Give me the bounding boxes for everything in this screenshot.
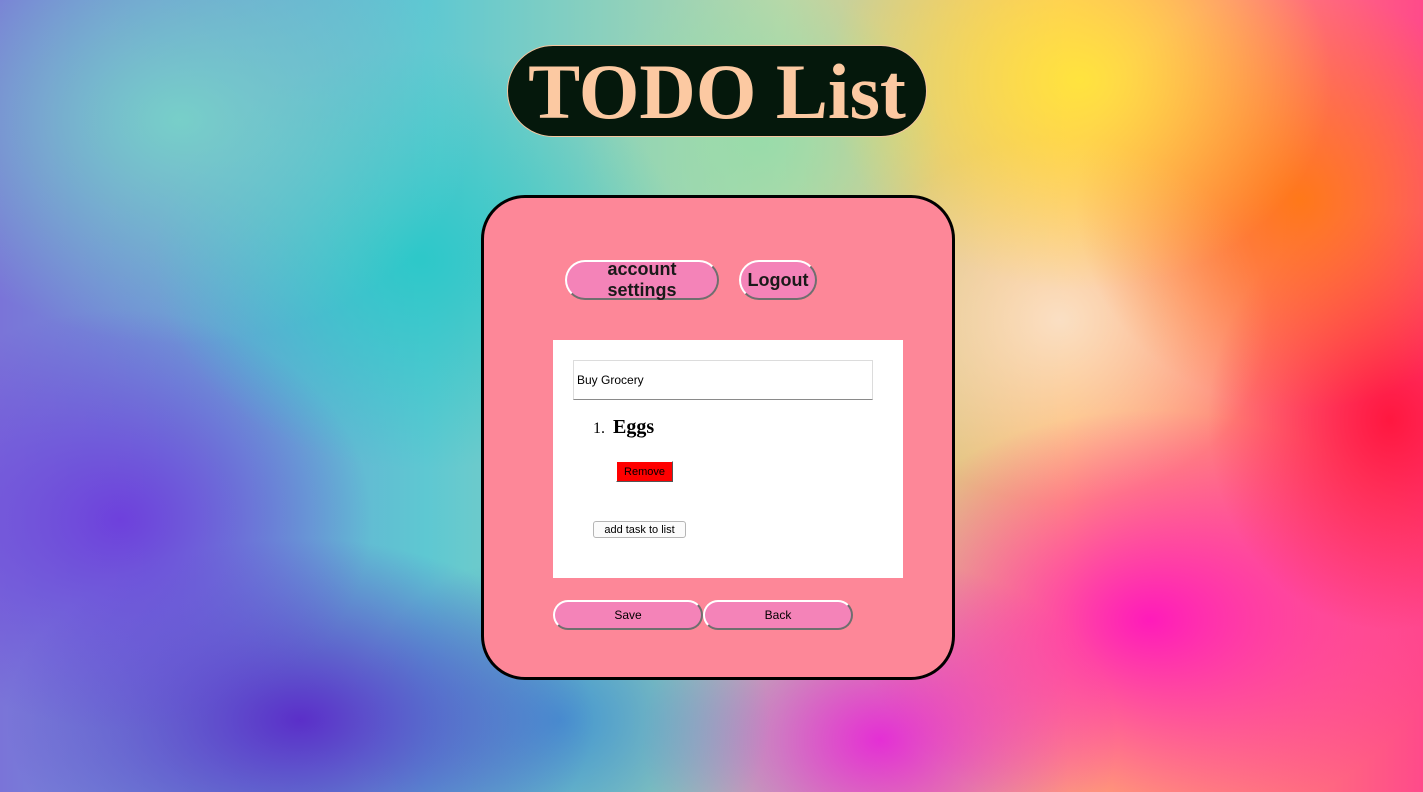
list-panel: 1. Eggs Remove add task to list [553,340,903,578]
task-name: Eggs [613,416,655,438]
todo-card: account settings Logout 1. Eggs Remove a… [481,195,955,680]
list-name-input[interactable] [573,360,873,400]
app-title-banner: TODO List [507,45,927,137]
page-title: TODO List [528,48,906,135]
task-number: 1. [593,420,605,437]
back-button[interactable]: Back [703,600,853,630]
add-task-button[interactable]: add task to list [593,521,686,538]
remove-task-button[interactable]: Remove [616,461,673,482]
logout-button[interactable]: Logout [739,260,817,300]
account-settings-button[interactable]: account settings [565,259,719,300]
save-button[interactable]: Save [553,600,703,630]
